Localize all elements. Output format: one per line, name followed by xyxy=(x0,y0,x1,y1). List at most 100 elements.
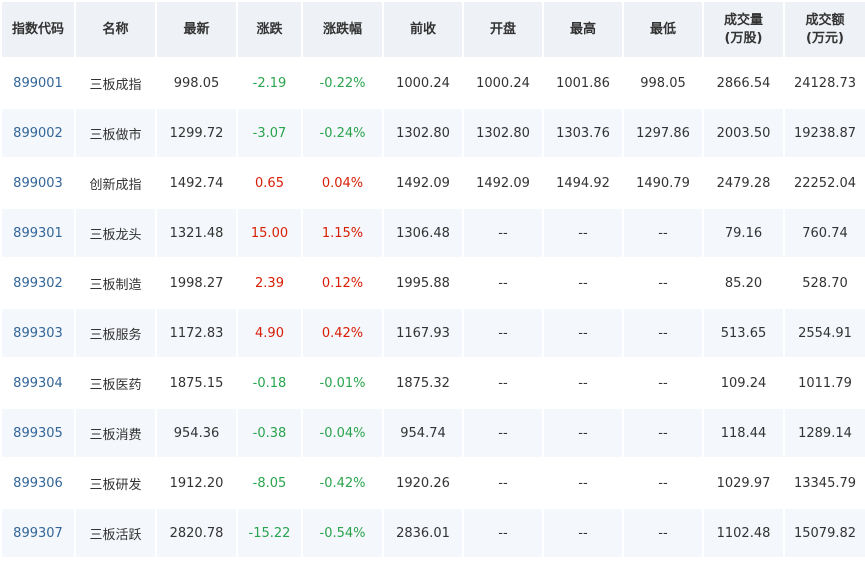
column-header-latest[interactable]: 最新 xyxy=(157,2,236,57)
cell-name[interactable]: 三板消费 xyxy=(76,409,155,457)
cell-high: 1303.76 xyxy=(544,109,622,157)
column-header-amount[interactable]: 成交额 (万元) xyxy=(785,2,865,57)
cell-latest: 1172.83 xyxy=(157,309,236,357)
cell-low: -- xyxy=(624,359,702,407)
column-header-change[interactable]: 涨跌 xyxy=(238,2,301,57)
column-header-high[interactable]: 最高 xyxy=(544,2,622,57)
cell-amount: 13345.79 xyxy=(785,459,865,507)
cell-high: -- xyxy=(544,359,622,407)
cell-high: -- xyxy=(544,309,622,357)
cell-change_pct: -0.22% xyxy=(303,59,382,107)
column-header-open[interactable]: 开盘 xyxy=(464,2,542,57)
cell-code[interactable]: 899307 xyxy=(2,509,74,557)
cell-amount: 528.70 xyxy=(785,259,865,307)
cell-name[interactable]: 三板制造 xyxy=(76,259,155,307)
cell-volume: 109.24 xyxy=(704,359,783,407)
cell-volume: 79.16 xyxy=(704,209,783,257)
column-header-label: 最新 xyxy=(183,21,210,37)
cell-change_pct: 1.15% xyxy=(303,209,382,257)
column-header-unit: (万元) xyxy=(806,30,844,46)
cell-amount: 19238.87 xyxy=(785,109,865,157)
cell-name[interactable]: 三板医药 xyxy=(76,359,155,407)
cell-change: -0.18 xyxy=(238,359,301,407)
cell-amount: 1011.79 xyxy=(785,359,865,407)
table-row[interactable]: 899302 三板制造 1998.27 2.39 0.12% 1995.88 -- -- -- 8… xyxy=(2,259,865,307)
cell-prev_close: 1875.32 xyxy=(384,359,462,407)
cell-latest: 1299.72 xyxy=(157,109,236,157)
table-row[interactable]: 899303 三板服务 1172.83 4.90 0.42% 1167.93 -- -- -- 5… xyxy=(2,309,865,357)
cell-name[interactable]: 三板服务 xyxy=(76,309,155,357)
cell-high: -- xyxy=(544,459,622,507)
cell-open: 1000.24 xyxy=(464,59,542,107)
cell-high: -- xyxy=(544,409,622,457)
table-row[interactable]: 899002 三板做市 1299.72 -3.07 -0.24% 1302.80 1302.… xyxy=(2,109,865,157)
cell-low: -- xyxy=(624,409,702,457)
cell-amount: 24128.73 xyxy=(785,59,865,107)
cell-code[interactable]: 899305 xyxy=(2,409,74,457)
cell-change: 2.39 xyxy=(238,259,301,307)
cell-latest: 1912.20 xyxy=(157,459,236,507)
cell-code[interactable]: 899306 xyxy=(2,459,74,507)
cell-volume: 2479.28 xyxy=(704,159,783,207)
cell-latest: 1321.48 xyxy=(157,209,236,257)
cell-change_pct: -0.04% xyxy=(303,409,382,457)
column-header-low[interactable]: 最低 xyxy=(624,2,702,57)
column-header-volume[interactable]: 成交量 (万股) xyxy=(704,2,783,57)
cell-amount: 2554.91 xyxy=(785,309,865,357)
cell-low: -- xyxy=(624,209,702,257)
cell-name[interactable]: 三板龙头 xyxy=(76,209,155,257)
cell-name[interactable]: 三板成指 xyxy=(76,59,155,107)
cell-prev_close: 2836.01 xyxy=(384,509,462,557)
table-header: 指数代码 名称 最新 涨跌 涨跌幅 前收 开盘 最高 最低 成交量 (万股) 成交额 (万元) xyxy=(2,2,865,57)
cell-prev_close: 954.74 xyxy=(384,409,462,457)
table-row[interactable]: 899003 创新成指 1492.74 0.65 0.04% 1492.09 1492.09… xyxy=(2,159,865,207)
cell-name[interactable]: 三板活跃 xyxy=(76,509,155,557)
table-row[interactable]: 899307 三板活跃 2820.78 -15.22 -0.54% 2836.01 -- --… xyxy=(2,509,865,557)
cell-code[interactable]: 899002 xyxy=(2,109,74,157)
cell-amount: 760.74 xyxy=(785,209,865,257)
table-row[interactable]: 899301 三板龙头 1321.48 15.00 1.15% 1306.48 -- -- --… xyxy=(2,209,865,257)
cell-name[interactable]: 三板研发 xyxy=(76,459,155,507)
cell-code[interactable]: 899302 xyxy=(2,259,74,307)
column-header-label: 成交量 xyxy=(723,12,763,28)
cell-amount: 22252.04 xyxy=(785,159,865,207)
cell-code[interactable]: 899301 xyxy=(2,209,74,257)
cell-prev_close: 1167.93 xyxy=(384,309,462,357)
column-header-label: 涨跌 xyxy=(256,21,283,37)
cell-change: -0.38 xyxy=(238,409,301,457)
column-header-label: 前收 xyxy=(409,21,436,37)
cell-change_pct: 0.04% xyxy=(303,159,382,207)
column-header-name[interactable]: 名称 xyxy=(76,2,155,57)
cell-low: -- xyxy=(624,309,702,357)
cell-open: 1492.09 xyxy=(464,159,542,207)
cell-code[interactable]: 899001 xyxy=(2,59,74,107)
cell-volume: 1029.97 xyxy=(704,459,783,507)
table-row[interactable]: 899306 三板研发 1912.20 -8.05 -0.42% 1920.26 -- -- -… xyxy=(2,459,865,507)
table-row[interactable]: 899305 三板消费 954.36 -0.38 -0.04% 954.74 -- -- -- 1… xyxy=(2,409,865,457)
column-header-label: 涨跌幅 xyxy=(322,21,362,37)
column-header-label: 指数代码 xyxy=(11,21,64,37)
header-row: 指数代码 名称 最新 涨跌 涨跌幅 前收 开盘 最高 最低 成交量 (万股) 成交额 (万元) xyxy=(2,2,865,57)
cell-latest: 2820.78 xyxy=(157,509,236,557)
cell-open: -- xyxy=(464,459,542,507)
cell-code[interactable]: 899304 xyxy=(2,359,74,407)
column-header-unit: (万股) xyxy=(724,30,763,46)
cell-code[interactable]: 899303 xyxy=(2,309,74,357)
cell-name[interactable]: 创新成指 xyxy=(76,159,155,207)
column-header-change_pct[interactable]: 涨跌幅 xyxy=(303,2,382,57)
cell-volume: 1102.48 xyxy=(704,509,783,557)
cell-latest: 1492.74 xyxy=(157,159,236,207)
cell-prev_close: 1492.09 xyxy=(384,159,462,207)
cell-name[interactable]: 三板做市 xyxy=(76,109,155,157)
column-header-code[interactable]: 指数代码 xyxy=(2,2,74,57)
cell-high: -- xyxy=(544,509,622,557)
table-row[interactable]: 899304 三板医药 1875.15 -0.18 -0.01% 1875.32 -- -- -… xyxy=(2,359,865,407)
cell-high: -- xyxy=(544,209,622,257)
cell-open: -- xyxy=(464,359,542,407)
cell-volume: 513.65 xyxy=(704,309,783,357)
cell-code[interactable]: 899003 xyxy=(2,159,74,207)
table-row[interactable]: 899001 三板成指 998.05 -2.19 -0.22% 1000.24 1000.2… xyxy=(2,59,865,107)
cell-low: 1297.86 xyxy=(624,109,702,157)
cell-volume: 2866.54 xyxy=(704,59,783,107)
column-header-prev_close[interactable]: 前收 xyxy=(384,2,462,57)
